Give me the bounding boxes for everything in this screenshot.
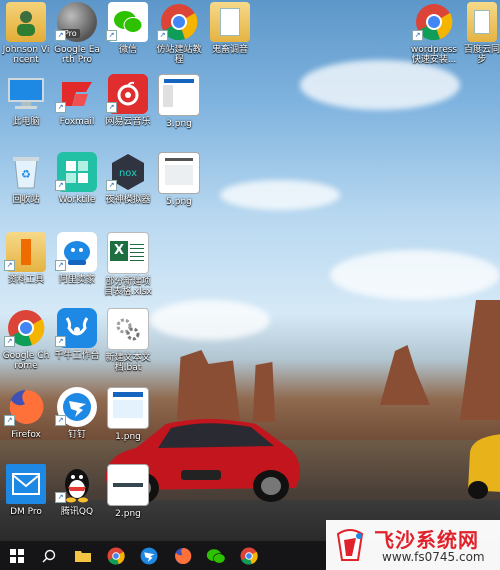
- bat-file-icon: [107, 308, 149, 350]
- desktop-icon-3-png[interactable]: 3.png: [155, 72, 203, 148]
- chrome-icon[interactable]: [238, 545, 260, 567]
- desktop-icon-5-png[interactable]: 5.png: [155, 150, 203, 226]
- shortcut-arrow-icon: ↗: [55, 102, 66, 113]
- shortcut-arrow-icon: ↗: [55, 415, 66, 426]
- desktop-icon-this-pc[interactable]: 此电脑: [2, 72, 50, 148]
- shortcut-arrow-icon: ↗: [106, 180, 117, 191]
- watermark-url: www.fs0745.com: [382, 550, 485, 564]
- firefox-icon[interactable]: [172, 545, 194, 567]
- desktop-icon-site-tutorial[interactable]: ↗ 仿站建站教程: [155, 0, 203, 76]
- desktop-icon-foxmail[interactable]: ↗ Foxmail: [53, 72, 101, 148]
- desktop-icon-wechat[interactable]: ↗ 微信: [104, 0, 152, 76]
- watermark-title: 飞沙系统网: [374, 528, 479, 552]
- yellow-car: [468, 434, 500, 499]
- shortcut-arrow-icon: ↗: [412, 30, 423, 41]
- desktop-icon-recycle-bin[interactable]: ♻ 回收站: [2, 150, 50, 226]
- folder-icon: [210, 2, 250, 42]
- desktop-icon-google-chrome[interactable]: ↗ Google Chrome: [2, 306, 50, 382]
- image-file-icon: [107, 464, 149, 506]
- watermark: 飞沙系统网 www.fs0745.com: [326, 520, 500, 570]
- shortcut-arrow-icon: ↗: [4, 415, 15, 426]
- shortcut-arrow-icon: ↗: [55, 30, 66, 41]
- shortcut-arrow-icon: ↗: [55, 180, 66, 191]
- shortcut-arrow-icon: ↗: [106, 30, 117, 41]
- desktop-icon-guichu-folder[interactable]: 鬼畜调音: [206, 0, 254, 76]
- desktop-icon-ali-seller[interactable]: ↗ 阿里卖家: [53, 230, 101, 306]
- svg-text:♻: ♻: [21, 168, 31, 181]
- user-folder-icon: [6, 2, 46, 42]
- shortcut-arrow-icon: ↗: [55, 260, 66, 271]
- search-icon[interactable]: [38, 545, 60, 567]
- svg-text:nox: nox: [119, 168, 137, 179]
- desktop-icon-user-folder[interactable]: Johnson Vincent: [2, 0, 50, 76]
- shortcut-arrow-icon: ↗: [4, 260, 15, 271]
- folder-icon: [467, 2, 497, 42]
- butte-rock: [380, 345, 430, 405]
- desktop-icon-qianniu[interactable]: ↗ 千牛工作台: [53, 306, 101, 382]
- shortcut-arrow-icon: ↗: [106, 102, 117, 113]
- dm-pro-icon: [6, 464, 46, 504]
- desktop-icon-netease-music[interactable]: ↗ 网易云音乐: [104, 72, 152, 148]
- shortcut-arrow-icon: ↗: [55, 336, 66, 347]
- desktop-icon-firefox[interactable]: ↗ Firefox: [2, 385, 50, 461]
- desktop-icon-bat-file[interactable]: 新建文本文档.bat: [104, 306, 152, 382]
- shortcut-arrow-icon: ↗: [157, 30, 168, 41]
- desktop-icon-qq[interactable]: ↗ 腾讯QQ: [53, 462, 101, 538]
- desktop-icon-tools-folder[interactable]: ↗ 资料工具: [2, 230, 50, 306]
- watermark-logo-icon: [336, 529, 364, 561]
- excel-icon: X: [107, 232, 149, 274]
- recycle-bin-icon: ♻: [6, 152, 46, 192]
- image-file-icon: [158, 152, 200, 194]
- desktop-icon-excel-file[interactable]: X 部分新建项目表格.xlsx: [104, 230, 152, 306]
- chrome-icon[interactable]: [105, 545, 127, 567]
- computer-icon: [6, 74, 46, 114]
- wechat-icon[interactable]: [205, 545, 227, 567]
- cloud: [150, 300, 270, 340]
- desktop-icon-nox[interactable]: nox ↗ 夜神模拟器: [104, 150, 152, 226]
- desktop-icon-baidu-sync[interactable]: 百度云同步: [464, 0, 500, 76]
- butte-rock: [460, 300, 500, 420]
- desktop-icon-dingtalk[interactable]: ↗ 钉钉: [53, 385, 101, 461]
- start-icon[interactable]: [6, 545, 28, 567]
- desktop-icon-dm-pro[interactable]: DM Pro: [2, 462, 50, 538]
- file-explorer-icon[interactable]: [72, 545, 94, 567]
- desktop-icon-2-png[interactable]: 2.png: [104, 462, 152, 538]
- shortcut-arrow-icon: ↗: [4, 336, 15, 347]
- dingtalk-icon[interactable]: [138, 545, 160, 567]
- desktop-icon-google-earth[interactable]: Pro ↗ Google Earth Pro: [53, 0, 101, 76]
- desktop-icon-wordpress[interactable]: ↗ wordpress 快速安装...: [410, 0, 458, 76]
- desktop-icon-1-png[interactable]: 1.png: [104, 385, 152, 461]
- shortcut-arrow-icon: ↗: [55, 492, 66, 503]
- image-file-icon: [107, 387, 149, 429]
- image-file-icon: [158, 74, 200, 116]
- cloud: [220, 180, 340, 210]
- cloud: [330, 250, 500, 300]
- desktop-icon-worktile[interactable]: ↗ Worktile: [53, 150, 101, 226]
